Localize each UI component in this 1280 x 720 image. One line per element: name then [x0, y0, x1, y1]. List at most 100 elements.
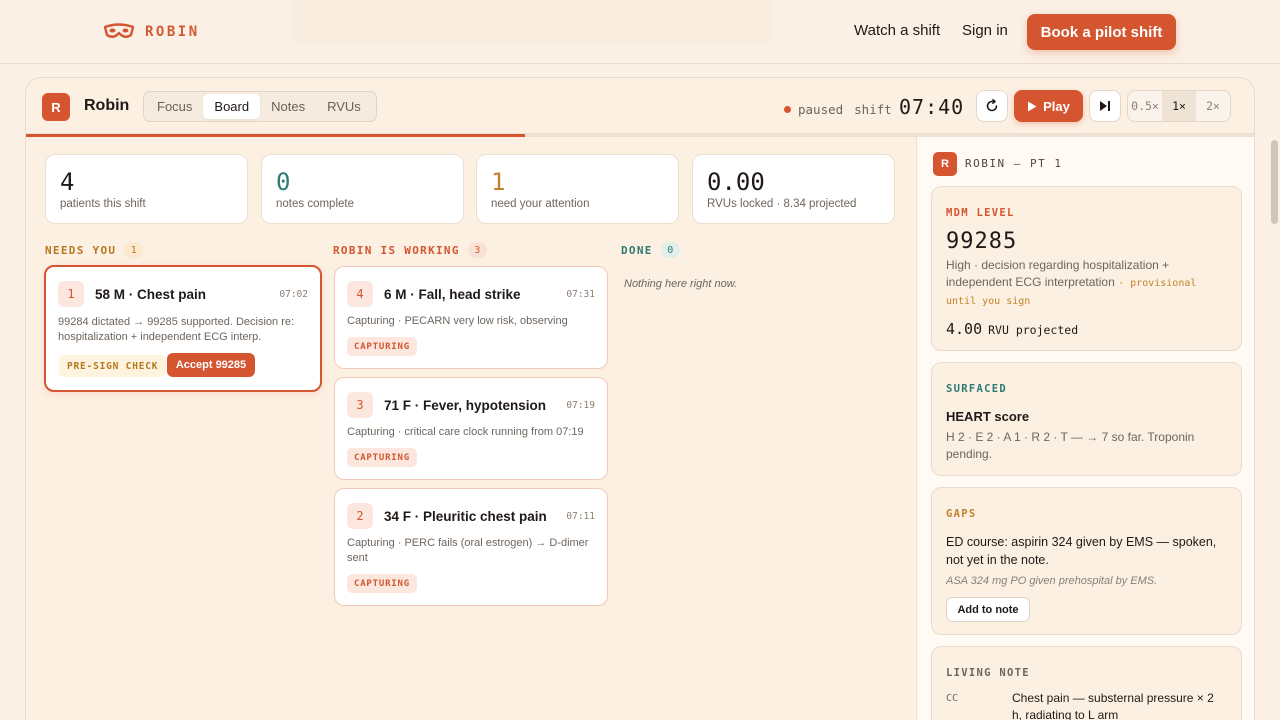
app-window: R Robin Focus Board Notes RVUs paused sh…: [25, 77, 1255, 720]
patient-card-2[interactable]: 2 34 F · Pleuritic chest pain 07:11 Capt…: [334, 488, 608, 606]
note-field-value: Chest pain — substernal pressure × 2 h, …: [1012, 691, 1214, 720]
stat-patients: 4 patients this shift: [45, 154, 248, 224]
patient-title: 71 F · Fever, hypotension: [384, 398, 547, 413]
living-note-label: LIVING NOTE: [946, 667, 1030, 679]
gap-description: ED course: aspirin 324 given by EMS — sp…: [946, 535, 1217, 567]
stat-value: 0: [276, 168, 291, 196]
stat-label: need your attention: [491, 198, 590, 210]
patient-title: 34 F · Pleuritic chest pain: [384, 509, 547, 524]
speed-selector: 0.5× 1× 2×: [1127, 90, 1231, 122]
mdm-description: High · decision regarding hospitalizatio…: [946, 257, 1231, 310]
stat-attention: 1 need your attention: [476, 154, 679, 224]
signin-link[interactable]: Sign in: [962, 22, 1008, 39]
shift-label: shift: [854, 102, 892, 117]
surfaced-description: H 2 · E 2 · A 1 · R 2 · T — → 7 so far. …: [946, 430, 1195, 461]
patient-summary: Capturing · critical care clock running …: [347, 426, 584, 438]
tab-board[interactable]: Board: [203, 94, 261, 119]
done-empty-state: Nothing here right now.: [624, 278, 738, 290]
column-title: NEEDS YOU: [45, 243, 117, 257]
stat-label: notes complete: [276, 198, 354, 210]
stat-value: 0.00: [707, 168, 765, 196]
rvu-value: 4.00: [946, 320, 983, 338]
gaps-card: GAPS ED course: aspirin 324 given by EMS…: [931, 487, 1242, 635]
patient-number: 4: [347, 281, 373, 307]
capturing-badge: CAPTURING: [347, 337, 417, 356]
gap-quote: ASA 324 mg PO given prehospital by EMS.: [946, 575, 1158, 587]
mdm-code: 99285: [946, 229, 1018, 254]
tab-rvus[interactable]: RVUs: [316, 94, 372, 119]
stat-rvus: 0.00 RVUs locked · 8.34 projected: [692, 154, 895, 224]
app-avatar: R: [42, 93, 70, 121]
patient-summary: Capturing · PERC fails (oral estrogen) →…: [347, 537, 589, 564]
patient-title: 6 M · Fall, head strike: [384, 287, 521, 302]
patient-number: 1: [58, 281, 84, 307]
stat-value: 4: [60, 168, 75, 196]
play-label: Play: [1043, 98, 1070, 114]
app-header: R Robin Focus Board Notes RVUs paused sh…: [26, 78, 1254, 134]
brand-name: ROBIN: [145, 24, 200, 40]
reset-button[interactable]: [976, 90, 1008, 122]
surfaced-title: HEART score: [946, 409, 1030, 424]
tab-notes[interactable]: Notes: [260, 94, 316, 119]
status-text: paused: [798, 102, 844, 117]
play-icon: [1028, 101, 1037, 111]
stat-label: RVUs locked · 8.34 projected: [707, 198, 857, 210]
patient-time: 07:31: [566, 289, 595, 300]
skip-button[interactable]: [1089, 90, 1121, 122]
brand-logo[interactable]: ROBIN: [103, 22, 200, 42]
accept-code-button[interactable]: Accept 99285: [167, 353, 255, 377]
watch-shift-link[interactable]: Watch a shift: [854, 22, 940, 39]
ghost-banner: [292, 0, 772, 44]
note-field-key: CC: [946, 693, 959, 704]
add-to-note-button[interactable]: Add to note: [946, 597, 1030, 622]
patient-detail-panel: R ROBIN — PT 1 MDM LEVEL 99285 High · de…: [916, 137, 1254, 720]
skip-forward-icon: [1100, 101, 1110, 111]
patient-summary: Capturing · PECARN very low risk, observ…: [347, 315, 568, 327]
shift-clock: 07:40: [899, 95, 965, 119]
speed-half[interactable]: 0.5×: [1128, 91, 1162, 121]
patient-number: 3: [347, 392, 373, 418]
column-count: 3: [467, 242, 487, 258]
stat-label: patients this shift: [60, 198, 146, 210]
panel-avatar: R: [933, 152, 957, 176]
panel-scrollbar[interactable]: [1271, 140, 1278, 224]
app-name: Robin: [84, 97, 130, 114]
column-needs-you-header: NEEDS YOU 1: [45, 242, 144, 258]
patient-time: 07:19: [566, 400, 595, 411]
column-title: ROBIN IS WORKING: [333, 243, 460, 257]
patient-title: 58 M · Chest pain: [95, 287, 207, 302]
column-done-header: DONE 0: [621, 242, 680, 258]
patient-time: 07:11: [566, 511, 595, 522]
rvu-projected: 4.00 RVU projected: [946, 320, 1078, 338]
surfaced-card: SURFACED HEART score H 2 · E 2 · A 1 · R…: [931, 362, 1242, 476]
speed-2x[interactable]: 2×: [1196, 91, 1230, 121]
play-button[interactable]: Play: [1014, 90, 1083, 122]
mdm-level-card: MDM LEVEL 99285 High · decision regardin…: [931, 186, 1242, 351]
capturing-badge: CAPTURING: [347, 448, 417, 467]
mdm-label: MDM LEVEL: [946, 207, 1015, 219]
capturing-badge: CAPTURING: [347, 574, 417, 593]
patient-card-4[interactable]: 4 6 M · Fall, head strike 07:31 Capturin…: [334, 266, 608, 369]
shift-progress-fill: [26, 134, 526, 137]
patient-card-3[interactable]: 3 71 F · Fever, hypotension 07:19 Captur…: [334, 377, 608, 480]
shift-status: paused shift: [784, 102, 892, 117]
speed-1x[interactable]: 1×: [1162, 91, 1196, 121]
patient-number: 2: [347, 503, 373, 529]
mask-icon: [103, 23, 135, 38]
status-dot: [784, 106, 791, 113]
column-title: DONE: [621, 243, 653, 257]
view-tabs: Focus Board Notes RVUs: [143, 91, 377, 122]
tab-focus[interactable]: Focus: [146, 94, 203, 119]
living-note-card: LIVING NOTE CC Chest pain — substernal p…: [931, 646, 1242, 720]
surfaced-label: SURFACED: [946, 383, 1007, 395]
rvu-label: RVU projected: [988, 323, 1079, 337]
restart-icon: [986, 99, 998, 112]
stat-notes: 0 notes complete: [261, 154, 464, 224]
presign-check-badge[interactable]: PRE-SIGN CHECK: [59, 355, 167, 377]
patient-time: 07:02: [279, 289, 308, 300]
patient-card-1[interactable]: 1 58 M · Chest pain 07:02 99284 dictated…: [44, 265, 322, 392]
column-count: 0: [660, 242, 680, 258]
book-pilot-button[interactable]: Book a pilot shift: [1027, 14, 1176, 50]
gaps-label: GAPS: [946, 508, 977, 520]
column-count: 1: [124, 242, 144, 258]
